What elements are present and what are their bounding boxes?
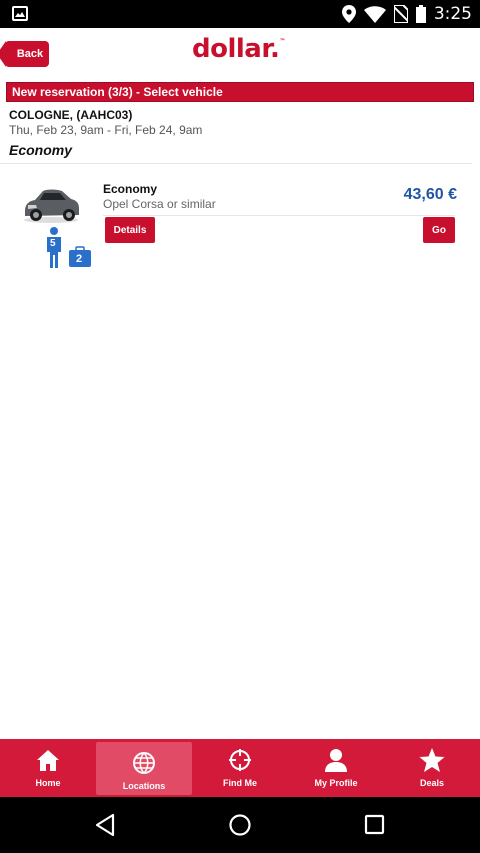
passenger-count: 5 xyxy=(50,238,56,249)
location-label: COLOGNE, (AAHC03) xyxy=(9,108,133,122)
home-icon xyxy=(37,750,59,771)
nav-locations[interactable]: Locations xyxy=(96,742,192,795)
vehicle-subtitle: Opel Corsa or similar xyxy=(103,197,216,211)
vehicle-title: Economy xyxy=(103,182,158,196)
back-button-label: Back xyxy=(16,48,44,60)
section-title-bar: New reservation (3/3) - Select vehicle xyxy=(6,82,474,102)
divider xyxy=(0,163,472,164)
go-button[interactable]: Go xyxy=(423,217,455,243)
globe-icon xyxy=(133,752,155,774)
details-button[interactable]: Details xyxy=(105,217,155,243)
vehicle-price: 43,60 € xyxy=(403,186,457,203)
no-sim-icon xyxy=(393,5,408,23)
app-header: Back dollar.™ xyxy=(0,28,480,80)
nav-find-me-label: Find Me xyxy=(223,778,257,788)
star-icon xyxy=(419,748,445,772)
bag-count: 2 xyxy=(76,253,83,265)
vehicle-category-heading: Economy xyxy=(9,142,73,158)
status-time: 3:25 xyxy=(433,4,472,24)
vehicle-card: 5 2 Economy Opel Corsa or similar 43,60 … xyxy=(0,172,480,282)
image-icon xyxy=(12,6,28,21)
home-circle-icon[interactable] xyxy=(228,813,252,837)
dollar-logo: dollar.™ xyxy=(192,34,285,64)
wifi-icon xyxy=(363,6,386,23)
recents-square-icon[interactable] xyxy=(364,814,386,836)
system-nav-bar xyxy=(0,797,480,853)
nav-find-me[interactable]: Find Me xyxy=(192,739,288,797)
back-triangle-icon[interactable] xyxy=(94,813,116,837)
passenger-icon xyxy=(47,227,91,268)
nav-locations-label: Locations xyxy=(122,781,166,791)
nav-my-profile[interactable]: My Profile xyxy=(288,739,384,797)
nav-home[interactable]: Home xyxy=(0,739,96,797)
back-button[interactable]: Back xyxy=(0,41,49,67)
nav-home-label: Home xyxy=(35,778,61,788)
person-icon xyxy=(325,749,347,772)
crosshair-icon xyxy=(229,749,251,771)
nav-my-profile-label: My Profile xyxy=(314,778,358,788)
date-range: Thu, Feb 23, 9am - Fri, Feb 24, 9am xyxy=(9,123,203,137)
bottom-nav: Home Locations Find Me My Profile Deals xyxy=(0,739,480,797)
nav-deals-label: Deals xyxy=(419,778,445,788)
card-divider xyxy=(103,215,455,216)
car-image xyxy=(24,189,79,223)
capacity-info: 5 2 xyxy=(45,227,95,271)
location-icon xyxy=(341,5,356,23)
battery-icon xyxy=(415,5,426,23)
nav-deals[interactable]: Deals xyxy=(384,739,480,797)
status-bar: 3:25 xyxy=(0,0,480,28)
